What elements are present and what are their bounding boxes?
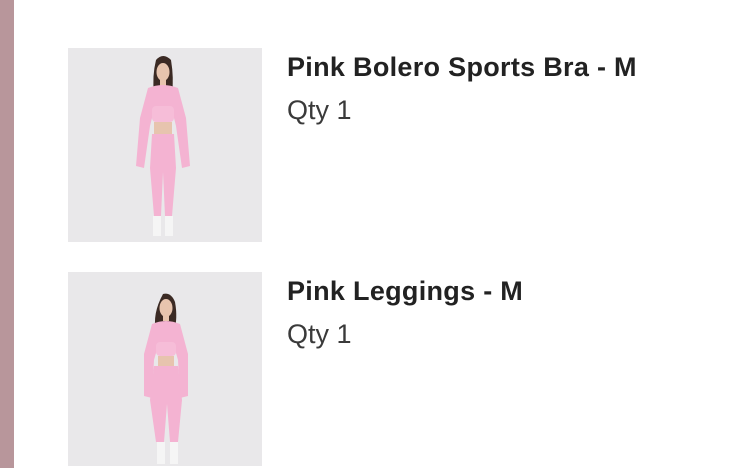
item-quantity: Qty 1: [287, 95, 352, 125]
item-info: Pink Bolero Sports Bra - M Qty 1: [287, 48, 717, 126]
item-info: Pink Leggings - M Qty 1: [287, 272, 717, 350]
item-quantity: Qty 1: [287, 319, 352, 349]
left-accent-bar: [0, 0, 14, 468]
product-image[interactable]: [68, 272, 262, 466]
product-photo-icon: [136, 56, 190, 236]
product-image[interactable]: [68, 48, 262, 242]
product-photo-icon: [144, 293, 188, 464]
item-title[interactable]: Pink Leggings - M: [287, 276, 717, 307]
item-title[interactable]: Pink Bolero Sports Bra - M: [287, 52, 717, 83]
